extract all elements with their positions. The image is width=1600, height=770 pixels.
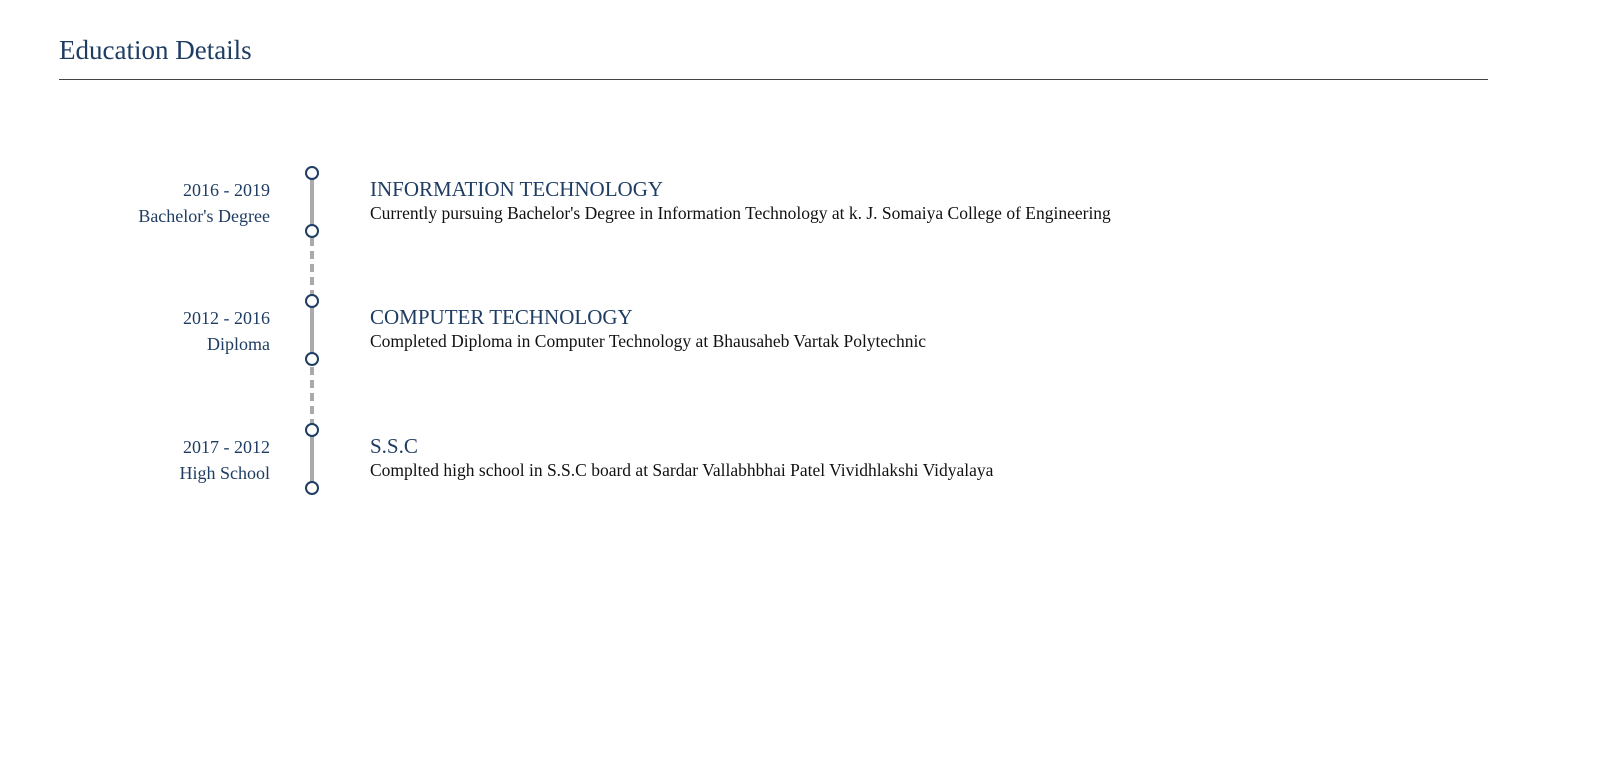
entry-years: 2016 - 2019 <box>183 180 270 200</box>
title-divider <box>59 79 1488 80</box>
entry-years: 2012 - 2016 <box>183 308 270 328</box>
education-entry: 2016 - 2019 Bachelor's Degree INFORMATIO… <box>0 166 1600 238</box>
timeline-end-node <box>305 481 319 495</box>
entry-title: COMPUTER TECHNOLOGY <box>370 305 633 329</box>
entry-meta: 2016 - 2019 Bachelor's Degree <box>138 177 270 229</box>
entry-level: Bachelor's Degree <box>138 206 270 226</box>
timeline-end-node <box>305 352 319 366</box>
timeline-start-node <box>305 294 319 308</box>
entry-years: 2017 - 2012 <box>183 437 270 457</box>
education-entry: 2012 - 2016 Diploma COMPUTER TECHNOLOGY … <box>0 294 1600 366</box>
education-entry: 2017 - 2012 High School S.S.C Complted h… <box>0 423 1600 495</box>
page-title: Education Details <box>59 35 252 65</box>
entry-level: Diploma <box>207 334 270 354</box>
timeline-segment <box>310 174 314 230</box>
entry-description: Complted high school in S.S.C board at S… <box>370 460 994 480</box>
entry-level: High School <box>179 463 270 483</box>
timeline-segment <box>310 431 314 487</box>
timeline-end-node <box>305 224 319 238</box>
entry-content: COMPUTER TECHNOLOGY Completed Diploma in… <box>370 305 926 353</box>
entry-description: Currently pursuing Bachelor's Degree in … <box>370 203 1111 223</box>
entry-title: S.S.C <box>370 434 418 458</box>
entry-meta: 2012 - 2016 Diploma <box>183 305 270 357</box>
timeline-segment <box>310 302 314 358</box>
entry-content: S.S.C Complted high school in S.S.C boar… <box>370 434 993 482</box>
timeline-connector-dashed <box>310 367 314 427</box>
entry-content: INFORMATION TECHNOLOGY Currently pursuin… <box>370 177 1111 225</box>
entry-meta: 2017 - 2012 High School <box>179 434 270 486</box>
entry-title: INFORMATION TECHNOLOGY <box>370 177 664 201</box>
timeline-connector-dashed <box>310 238 314 298</box>
timeline-start-node <box>305 423 319 437</box>
timeline-start-node <box>305 166 319 180</box>
entry-description: Completed Diploma in Computer Technology… <box>370 331 927 351</box>
